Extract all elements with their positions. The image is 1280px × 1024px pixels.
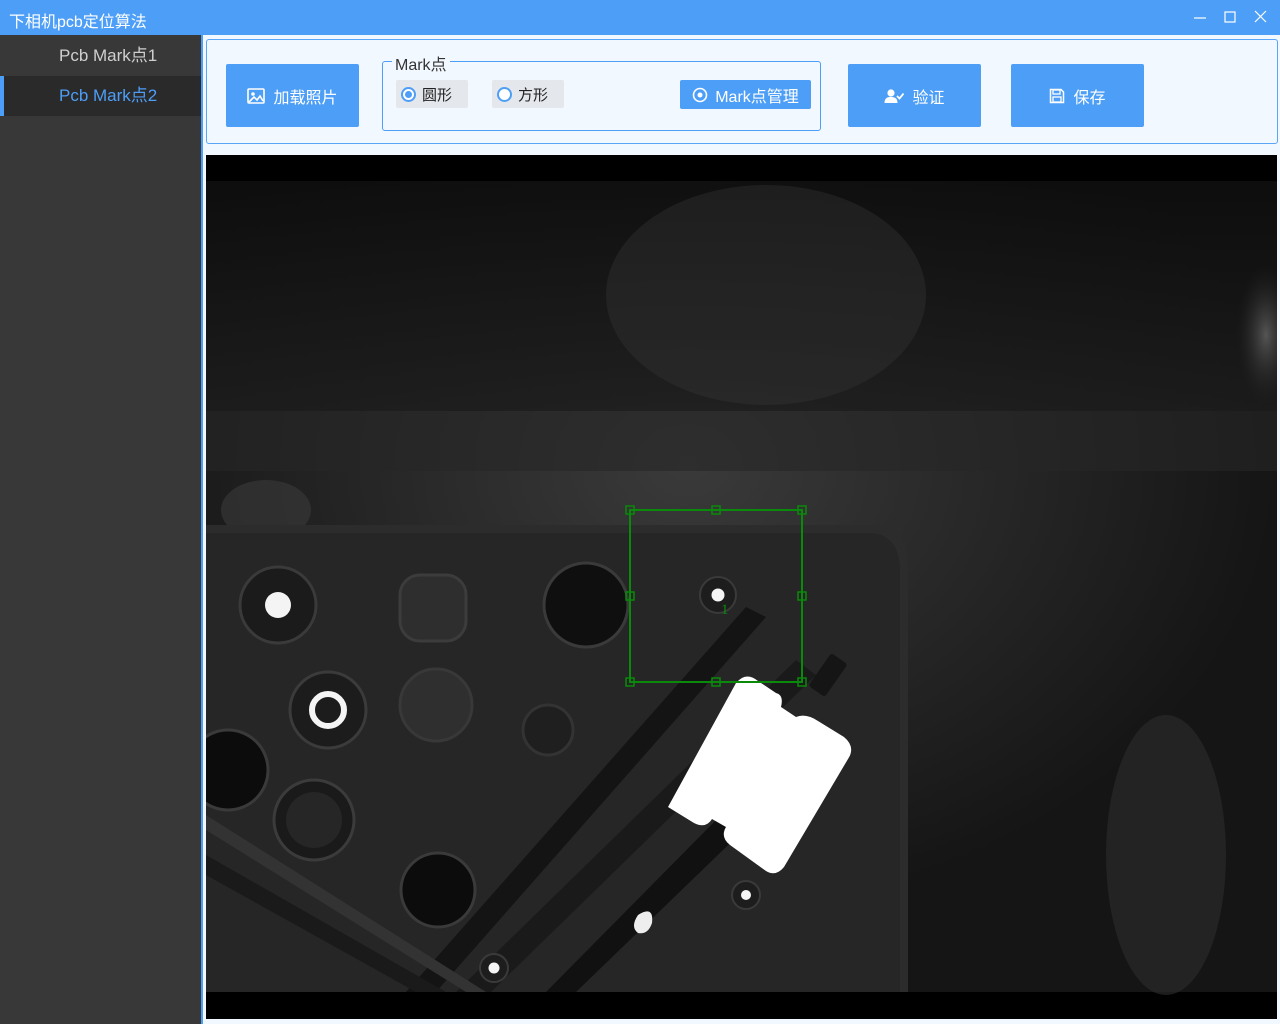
circle-radio[interactable]: 圆形 [396,80,468,108]
radio-unchecked-icon [497,86,512,102]
sidebar: Pcb Mark点1 Pcb Mark点2 [0,35,201,1024]
image-icon [247,87,266,104]
sidebar-item-mark1[interactable]: Pcb Mark点1 [0,36,201,76]
pcb-camera-image: 1 [206,155,1277,1019]
roi-label: 1 [721,602,729,618]
mark-point-group: Mark点 圆形 方形 Mark点管理 [382,51,821,131]
close-button[interactable] [1246,4,1274,30]
close-icon [1254,10,1267,23]
title-bar: 下相机pcb定位算法 [0,0,1280,35]
verify-label: 验证 [912,89,945,107]
sidebar-item-mark2[interactable]: Pcb Mark点2 [0,76,201,116]
toolbar: 加载照片 Mark点 圆形 方形 Mark点管理 验证 保存 [206,39,1278,144]
save-label: 保存 [1073,89,1106,107]
main-panel: 加载照片 Mark点 圆形 方形 Mark点管理 验证 保存 1 [201,35,1280,1024]
minimize-button[interactable] [1186,4,1214,30]
verify-button[interactable]: 验证 [848,64,981,127]
sidebar-item-label: Pcb Mark点1 [59,46,158,65]
mark-group-legend: Mark点 [392,51,450,75]
load-photo-button[interactable]: 加载照片 [226,64,359,127]
mark-manage-label: Mark点管理 [715,88,799,106]
window-title: 下相机pcb定位算法 [9,14,147,31]
sidebar-item-label: Pcb Mark点2 [59,86,158,105]
load-photo-label: 加载照片 [273,89,338,107]
circle-radio-label: 圆形 [422,86,453,104]
target-icon [692,87,708,102]
radio-checked-icon [401,86,416,102]
user-check-icon [884,88,905,103]
save-button[interactable]: 保存 [1011,64,1144,127]
mark-manage-button[interactable]: Mark点管理 [680,80,811,109]
square-radio-label: 方形 [518,86,549,104]
floppy-disk-icon [1050,88,1065,103]
maximize-icon [1224,11,1236,23]
square-radio[interactable]: 方形 [492,80,564,108]
minimize-icon [1194,17,1206,19]
image-viewer[interactable]: 1 [206,155,1277,1019]
maximize-button[interactable] [1216,4,1244,30]
